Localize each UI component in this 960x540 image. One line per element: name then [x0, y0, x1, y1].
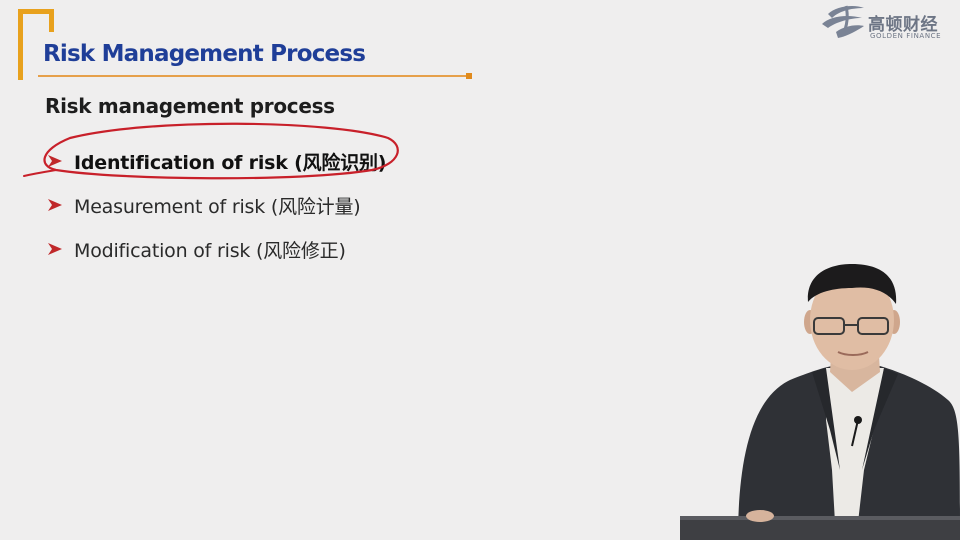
slide: Risk Management Process Risk management … — [0, 0, 960, 540]
presenter-video — [680, 264, 960, 540]
